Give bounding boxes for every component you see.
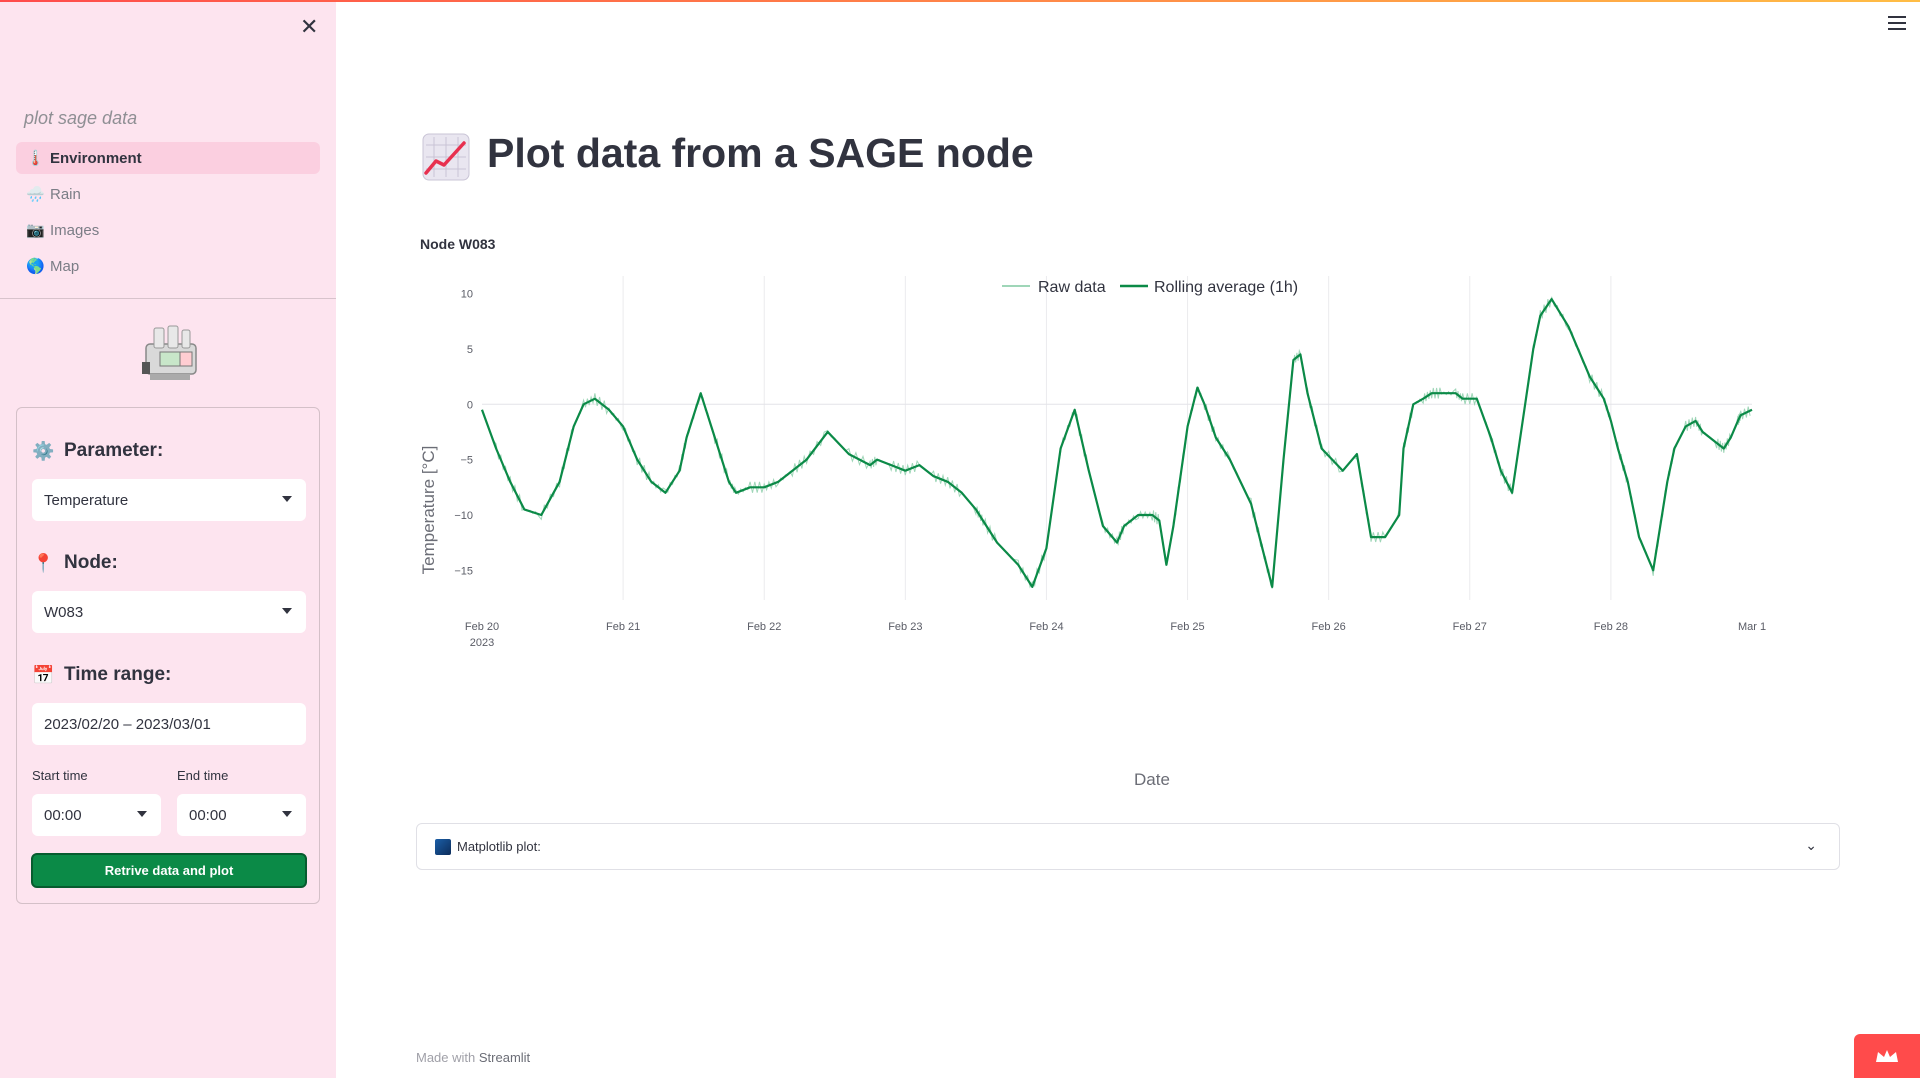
globe-icon: 🌎 [26,258,45,275]
x-axis-title: Date [1134,770,1170,789]
rolling-average-line [480,298,1753,588]
close-sidebar-icon[interactable]: ✕ [300,14,318,40]
rain-cloud-icon: 🌧️ [26,186,45,203]
caret-down-icon [282,608,292,614]
start-time-select[interactable]: 00:00 [32,794,161,836]
parameter-label: ⚙️ Parameter: [32,440,164,461]
y-tick-label: 10 [461,289,473,301]
node-subheader: Node W083 [420,236,496,252]
caret-down-icon [137,811,147,817]
sidebar-item-images[interactable]: 📷 Images [16,214,320,246]
camera-icon: 📷 [26,222,45,239]
streamlit-link[interactable]: Streamlit [479,1050,530,1065]
sidebar-item-label: Map [50,257,80,275]
legend-avg-label: Rolling average (1h) [1154,279,1298,296]
expander-label: Matplotlib plot: [457,839,541,854]
x-tick-label: Feb 26 [1312,621,1346,633]
streamlit-badge[interactable] [1854,1034,1920,1078]
y-tick-label: −15 [454,565,473,577]
node-label: 📍 Node: [32,552,118,573]
matplotlib-icon [435,838,451,855]
temperature-chart[interactable]: 10 5 0 −5 −10 −15 Feb 20 Feb 21 Feb 22 Feb 23 Feb… [412,268,1852,798]
x-tick-label: Mar 1 [1738,621,1766,633]
x-tick-label: Feb 20 [465,621,499,633]
app-name: plot sage data [24,108,138,128]
sage-node-logo [142,325,197,380]
chart-increasing-icon [422,133,470,181]
retrieve-data-button[interactable]: Retrive data and plot [31,853,307,888]
thermometer-icon: 🌡️ [26,150,45,167]
sidebar-item-label: Rain [50,185,81,203]
sidebar-item-environment[interactable]: 🌡️ Environment [16,142,320,174]
x-tick-label: Feb 24 [1029,621,1063,633]
node-select[interactable]: W083 [32,591,306,633]
sidebar-nav: 🌡️ Environment 🌧️ Rain 📷 Images 🌎 Map [16,142,320,286]
x-tick-label: Feb 22 [747,621,781,633]
sidebar-item-map[interactable]: 🌎 Map [16,250,320,282]
footer: Made with Streamlit [416,1050,531,1065]
y-tick-label: −10 [454,510,473,522]
caret-down-icon [282,811,292,817]
x-tick-label: Feb 25 [1170,621,1204,633]
page-title: Plot data from a SAGE node [487,130,1034,176]
x-tick-sublabel: 2023 [470,637,494,649]
y-tick-label: −5 [460,455,473,467]
end-time-select[interactable]: 00:00 [177,794,306,836]
matplotlib-expander[interactable]: Matplotlib plot: ⌄ [416,823,1840,870]
x-tick-label: Feb 23 [888,621,922,633]
crown-icon [1876,1050,1898,1062]
raw-data-line [481,296,1751,589]
end-time-label: End time [177,768,229,783]
gear-icon: ⚙️ [32,440,55,461]
sidebar: ✕ plot sage data 🌡️ Environment 🌧️ Rain … [0,2,336,1078]
x-tick-label: Feb 27 [1453,621,1487,633]
y-tick-label: 0 [467,399,473,411]
chevron-down-icon: ⌄ [1805,837,1817,853]
x-tick-label: Feb 28 [1594,621,1628,633]
main-menu-icon[interactable] [1888,16,1906,30]
sidebar-item-label: Images [50,221,100,239]
y-axis-title: Temperature [°C] [419,446,438,575]
x-tick-label: Feb 21 [606,621,640,633]
pushpin-icon: 📍 [32,552,55,573]
sidebar-item-label: Environment [50,149,142,167]
parameter-select[interactable]: Temperature [32,479,306,521]
calendar-icon: 📅 [32,664,55,685]
legend-raw-label: Raw data [1038,279,1106,296]
y-tick-label: 5 [467,344,473,356]
sidebar-item-rain[interactable]: 🌧️ Rain [16,178,320,210]
start-time-label: Start time [32,768,88,783]
sidebar-divider [0,298,336,299]
time-range-input[interactable]: 2023/02/20 – 2023/03/01 [32,703,306,745]
caret-down-icon [282,496,292,502]
time-range-label: 📅 Time range: [32,664,172,685]
